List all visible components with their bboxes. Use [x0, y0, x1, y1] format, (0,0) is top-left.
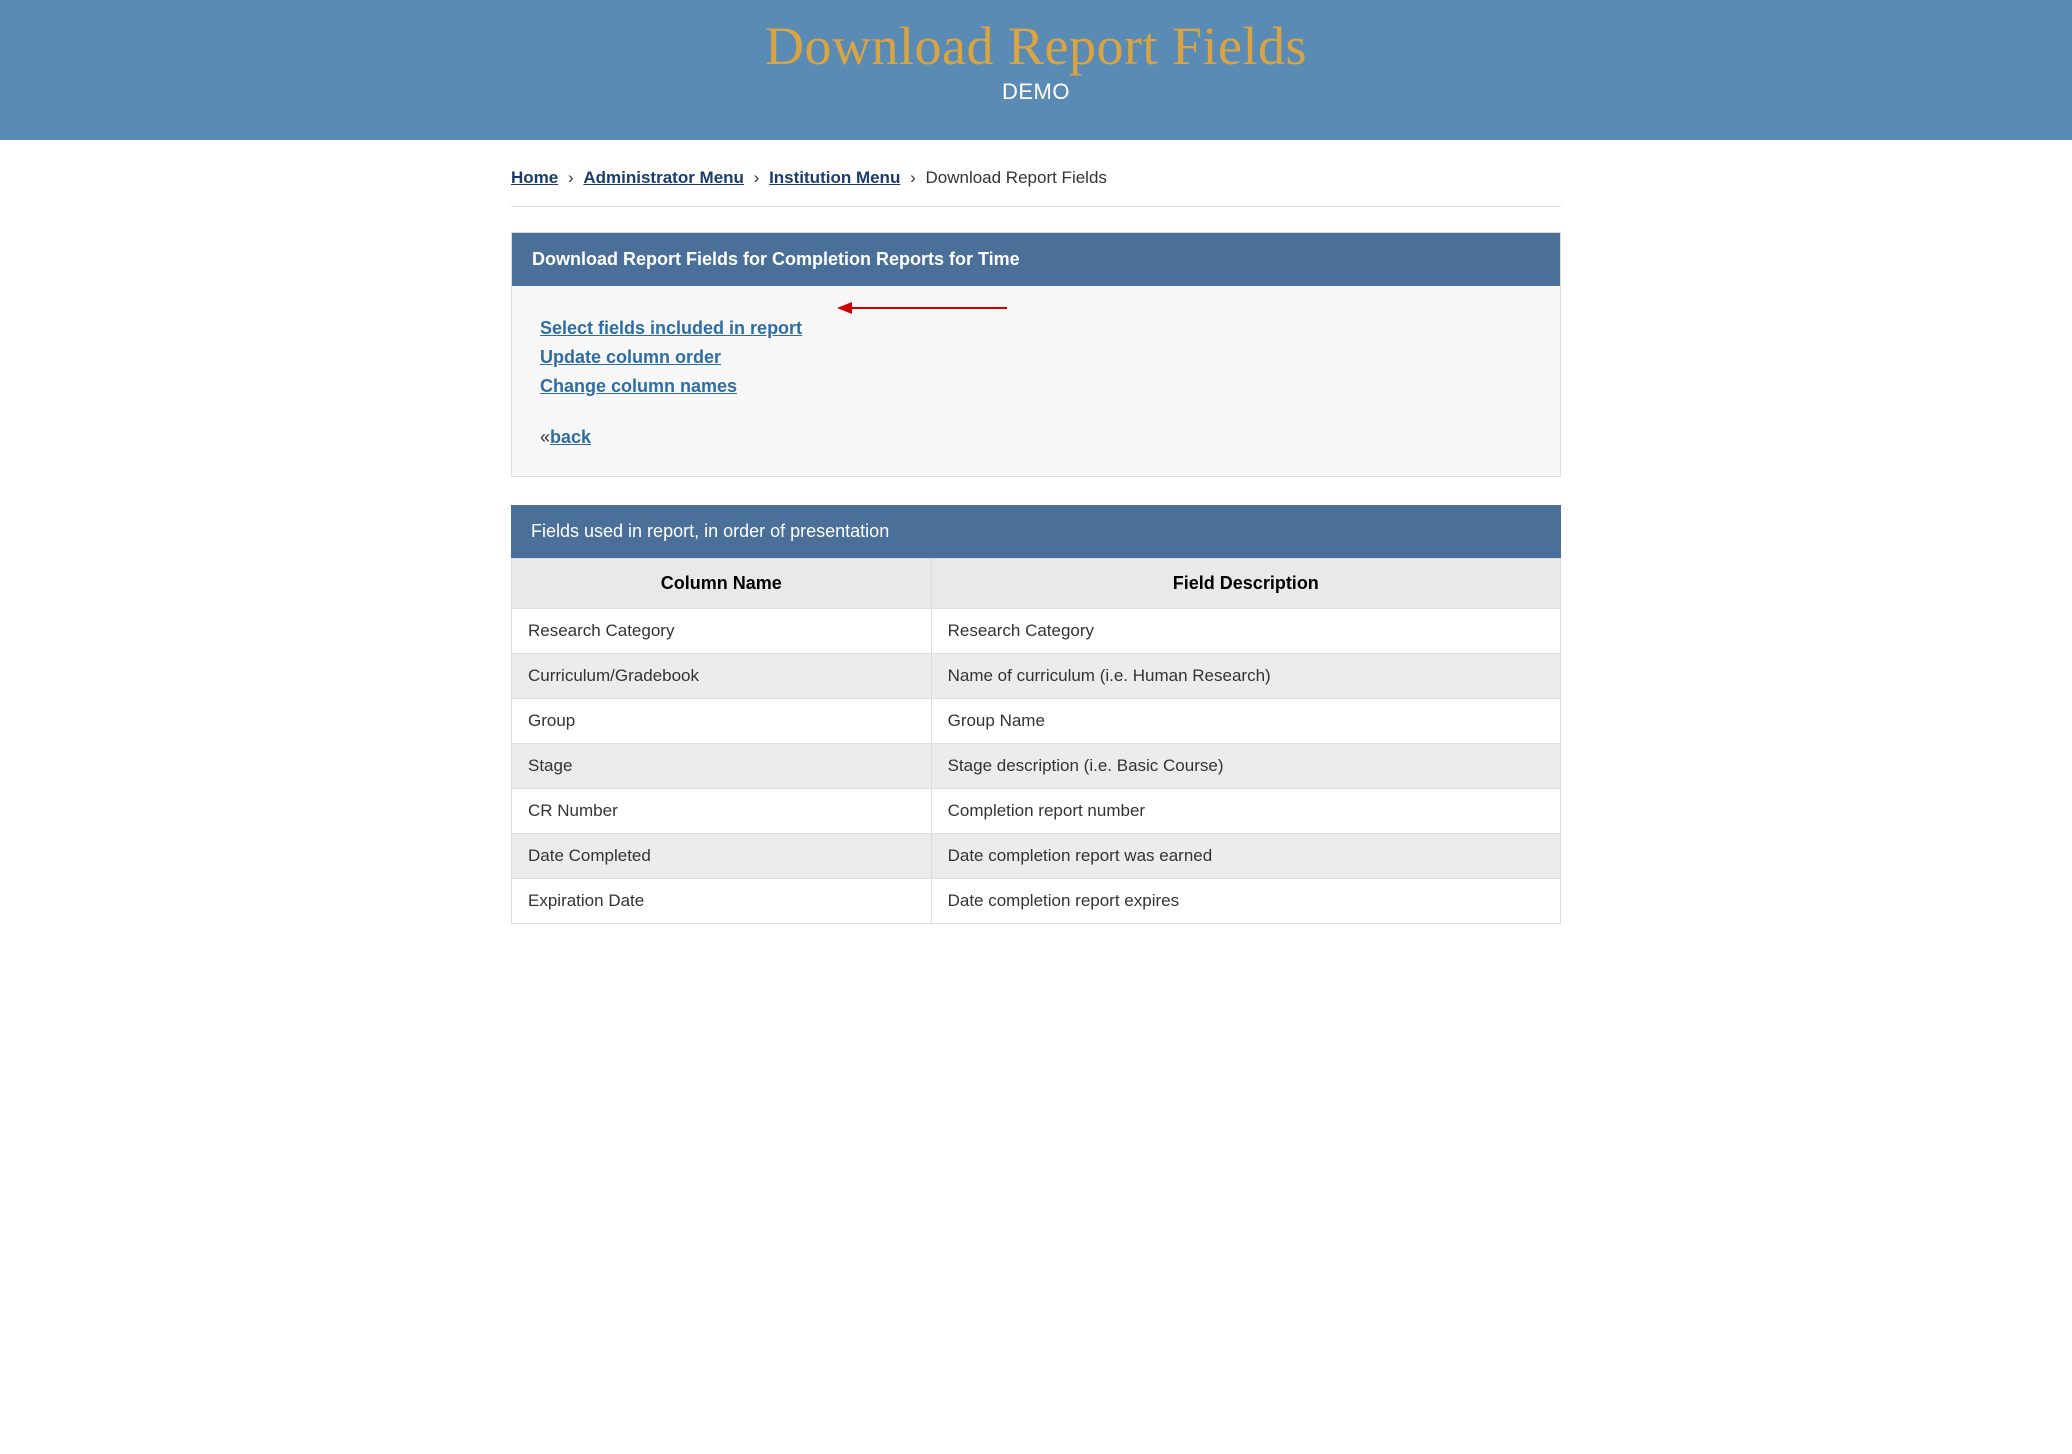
page-header: Download Report Fields DEMO — [0, 0, 2072, 140]
column-header-description: Field Description — [931, 559, 1560, 609]
back-link-wrap: «back — [540, 427, 1532, 448]
cell-column-name: Curriculum/Gradebook — [512, 654, 932, 699]
action-links: Select fields included in report Update … — [540, 318, 1532, 397]
back-link[interactable]: back — [550, 427, 591, 447]
cell-column-name: Stage — [512, 744, 932, 789]
update-column-order-link[interactable]: Update column order — [540, 347, 721, 368]
table-row: GroupGroup Name — [512, 699, 1561, 744]
table-header-row: Column Name Field Description — [512, 559, 1561, 609]
page-title: Download Report Fields — [0, 15, 2072, 77]
cell-field-description: Group Name — [931, 699, 1560, 744]
cell-field-description: Date completion report expires — [931, 879, 1560, 924]
cell-field-description: Research Category — [931, 609, 1560, 654]
cell-column-name: Expiration Date — [512, 879, 932, 924]
breadcrumb-separator: › — [910, 168, 916, 187]
cell-column-name: Group — [512, 699, 932, 744]
page-subtitle: DEMO — [0, 79, 2072, 105]
cell-column-name: Date Completed — [512, 834, 932, 879]
cell-column-name: CR Number — [512, 789, 932, 834]
table-row: Research CategoryResearch Category — [512, 609, 1561, 654]
back-prefix: « — [540, 427, 550, 447]
select-fields-link[interactable]: Select fields included in report — [540, 318, 802, 339]
breadcrumb-current: Download Report Fields — [925, 168, 1106, 187]
breadcrumb: Home › Administrator Menu › Institution … — [511, 140, 1561, 207]
breadcrumb-separator: › — [568, 168, 574, 187]
breadcrumb-home[interactable]: Home — [511, 168, 558, 187]
cell-field-description: Stage description (i.e. Basic Course) — [931, 744, 1560, 789]
breadcrumb-institution-menu[interactable]: Institution Menu — [769, 168, 900, 187]
cell-field-description: Date completion report was earned — [931, 834, 1560, 879]
actions-panel: Download Report Fields for Completion Re… — [511, 232, 1561, 477]
fields-table: Column Name Field Description Research C… — [511, 558, 1561, 924]
table-row: Curriculum/GradebookName of curriculum (… — [512, 654, 1561, 699]
breadcrumb-separator: › — [754, 168, 760, 187]
actions-panel-header: Download Report Fields for Completion Re… — [512, 233, 1560, 286]
breadcrumb-admin-menu[interactable]: Administrator Menu — [583, 168, 744, 187]
cell-field-description: Completion report number — [931, 789, 1560, 834]
table-row: StageStage description (i.e. Basic Cours… — [512, 744, 1561, 789]
fields-table-header: Fields used in report, in order of prese… — [511, 505, 1561, 558]
column-header-name: Column Name — [512, 559, 932, 609]
fields-table-panel: Fields used in report, in order of prese… — [511, 505, 1561, 924]
table-row: Expiration DateDate completion report ex… — [512, 879, 1561, 924]
table-row: Date CompletedDate completion report was… — [512, 834, 1561, 879]
table-row: CR NumberCompletion report number — [512, 789, 1561, 834]
cell-field-description: Name of curriculum (i.e. Human Research) — [931, 654, 1560, 699]
cell-column-name: Research Category — [512, 609, 932, 654]
change-column-names-link[interactable]: Change column names — [540, 376, 737, 397]
actions-panel-body: Select fields included in report Update … — [512, 286, 1560, 476]
